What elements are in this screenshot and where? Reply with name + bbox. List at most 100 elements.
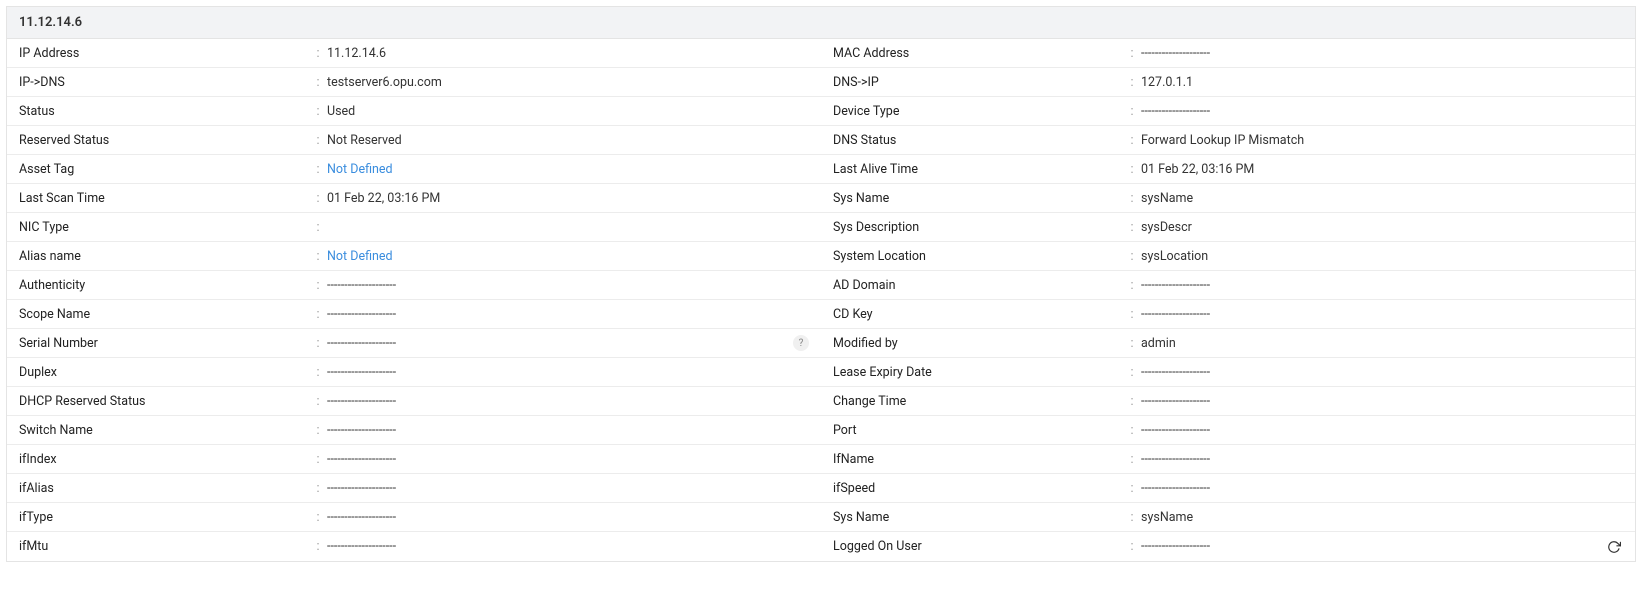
field-label: Authenticity <box>19 278 309 293</box>
separator: : <box>1123 46 1141 61</box>
field-label: ifIndex <box>19 452 309 467</box>
field-value: Forward Lookup IP Mismatch <box>1141 133 1623 148</box>
separator: : <box>309 278 327 293</box>
field-value-text: -------------------- <box>327 510 809 525</box>
field-label: Sys Name <box>833 191 1123 206</box>
separator: : <box>1123 365 1141 380</box>
field-value-text: -------------------- <box>1141 307 1623 322</box>
field-switch-name: Switch Name:-------------------- <box>7 416 821 445</box>
field-ifindex: ifIndex:-------------------- <box>7 445 821 474</box>
field-value: -------------------- <box>1141 423 1623 438</box>
separator: : <box>309 133 327 148</box>
separator: : <box>309 394 327 409</box>
field-label: Lease Expiry Date <box>833 365 1123 380</box>
field-value-text: -------------------- <box>327 539 809 554</box>
separator: : <box>309 191 327 206</box>
field-value-text: 01 Feb 22, 03:16 PM <box>1141 162 1623 177</box>
refresh-icon[interactable] <box>1605 538 1623 556</box>
field-modified-by: Modified by:admin <box>821 329 1635 358</box>
field-label: Scope Name <box>19 307 309 322</box>
separator: : <box>1123 75 1141 90</box>
field-reserved-status: Reserved Status:Not Reserved <box>7 126 821 155</box>
field-ip-dns: IP->DNS:testserver6.opu.com <box>7 68 821 97</box>
field-label: IfName <box>833 452 1123 467</box>
field-ad-domain: AD Domain:-------------------- <box>821 271 1635 300</box>
field-port: Port:-------------------- <box>821 416 1635 445</box>
field-value-text: Used <box>327 104 809 119</box>
separator: : <box>1123 539 1141 554</box>
field-label: DNS->IP <box>833 75 1123 90</box>
field-label: Last Scan Time <box>19 191 309 206</box>
field-status: Status:Used <box>7 97 821 126</box>
separator: : <box>1123 278 1141 293</box>
separator: : <box>1123 336 1141 351</box>
field-value-text: sysName <box>1141 510 1623 525</box>
field-value: admin <box>1141 336 1623 351</box>
field-value-text: Not Reserved <box>327 133 809 148</box>
field-value: -------------------- <box>327 481 809 496</box>
field-label: Asset Tag <box>19 162 309 177</box>
separator: : <box>1123 249 1141 264</box>
field-label: Reserved Status <box>19 133 309 148</box>
panel-body: IP Address:11.12.14.6MAC Address:-------… <box>7 39 1635 561</box>
field-value-text: 01 Feb 22, 03:16 PM <box>327 191 809 206</box>
field-value-text: sysDescr <box>1141 220 1623 235</box>
field-scope-name: Scope Name:-------------------- <box>7 300 821 329</box>
panel-title: 11.12.14.6 <box>19 15 82 30</box>
separator: : <box>309 46 327 61</box>
field-label: Modified by <box>833 336 1123 351</box>
field-logged-on-user: Logged On User:-------------------- <box>821 532 1635 561</box>
field-value: -------------------- <box>327 394 809 409</box>
separator: : <box>1123 307 1141 322</box>
separator: : <box>309 249 327 264</box>
field-label: Alias name <box>19 249 309 264</box>
field-ifalias: ifAlias:-------------------- <box>7 474 821 503</box>
field-label: Duplex <box>19 365 309 380</box>
field-label: Last Alive Time <box>833 162 1123 177</box>
field-value-text: 11.12.14.6 <box>327 46 809 61</box>
field-cd-key: CD Key:-------------------- <box>821 300 1635 329</box>
field-device-type: Device Type:-------------------- <box>821 97 1635 126</box>
field-value: --------------------? <box>327 335 809 351</box>
info-icon[interactable]: ? <box>793 335 809 351</box>
field-value: -------------------- <box>1141 46 1623 61</box>
field-value-text: -------------------- <box>327 278 809 293</box>
field-value-text: -------------------- <box>1141 394 1623 409</box>
field-value-text: -------------------- <box>1141 481 1623 496</box>
field-value-text: -------------------- <box>1141 423 1623 438</box>
field-value-text: sysLocation <box>1141 249 1623 264</box>
field-label: DNS Status <box>833 133 1123 148</box>
field-lease-expiry-date: Lease Expiry Date:-------------------- <box>821 358 1635 387</box>
field-value-text: -------------------- <box>327 307 809 322</box>
field-label: IP Address <box>19 46 309 61</box>
field-label: Port <box>833 423 1123 438</box>
field-value: -------------------- <box>327 365 809 380</box>
separator: : <box>1123 220 1141 235</box>
separator: : <box>309 539 327 554</box>
field-label: ifMtu <box>19 539 309 554</box>
field-value: -------------------- <box>1141 538 1623 556</box>
ip-details-panel: 11.12.14.6 IP Address:11.12.14.6MAC Addr… <box>6 6 1636 562</box>
field-authenticity: Authenticity:-------------------- <box>7 271 821 300</box>
field-value: -------------------- <box>327 278 809 293</box>
field-last-scan-time: Last Scan Time:01 Feb 22, 03:16 PM <box>7 184 821 213</box>
field-value: sysName <box>1141 191 1623 206</box>
separator: : <box>1123 104 1141 119</box>
details-grid: IP Address:11.12.14.6MAC Address:-------… <box>7 39 1635 561</box>
field-value-text: -------------------- <box>1141 539 1597 554</box>
field-label: MAC Address <box>833 46 1123 61</box>
field-label: Switch Name <box>19 423 309 438</box>
field-label: Sys Description <box>833 220 1123 235</box>
field-value-text: Not Defined <box>327 162 809 177</box>
field-value: -------------------- <box>327 539 809 554</box>
field-value-text: -------------------- <box>1141 46 1623 61</box>
field-alias-name: Alias name:Not Defined <box>7 242 821 271</box>
field-value[interactable]: Not Defined <box>327 162 809 177</box>
field-serial-number: Serial Number:--------------------? <box>7 329 821 358</box>
separator: : <box>1123 423 1141 438</box>
field-value-text: -------------------- <box>327 336 785 351</box>
field-mac-address: MAC Address:-------------------- <box>821 39 1635 68</box>
field-value[interactable]: Not Defined <box>327 249 809 264</box>
field-value: -------------------- <box>327 452 809 467</box>
field-value-text: -------------------- <box>327 394 809 409</box>
